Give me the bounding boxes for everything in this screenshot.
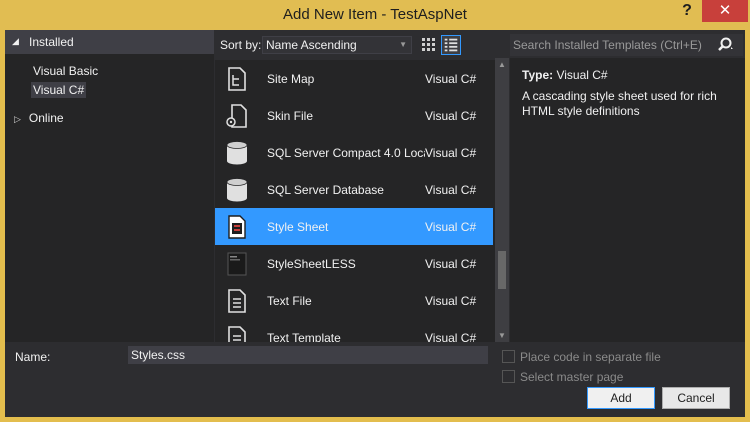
- dropdown-arrow-icon: ▼: [399, 40, 407, 49]
- template-row[interactable]: StyleSheetLESS Visual C#: [215, 245, 493, 282]
- window-title: Add New Item - TestAspNet: [283, 6, 467, 23]
- dialog-body: ◢ Installed Visual Basic Visual C# ▷ Onli…: [5, 30, 745, 417]
- template-name: Skin File: [267, 109, 314, 123]
- tree-item-visual-csharp[interactable]: Visual C#: [31, 82, 87, 98]
- scroll-thumb[interactable]: [498, 251, 506, 289]
- search-box[interactable]: Search Installed Templates (Ctrl+E): [510, 34, 743, 56]
- template-language: Visual C#: [425, 220, 477, 234]
- close-button[interactable]: ✕: [702, 0, 748, 22]
- grid-view-icon[interactable]: [420, 36, 438, 54]
- template-language: Visual C#: [425, 72, 477, 86]
- tree-node-online-label: Online: [28, 111, 64, 125]
- template-name: SQL Server Database: [267, 183, 384, 197]
- template-name: Site Map: [267, 72, 315, 86]
- scroll-down-icon[interactable]: ▼: [498, 331, 506, 340]
- sort-label: Sort by:: [220, 38, 262, 52]
- sort-dropdown[interactable]: Name Ascending ▼: [262, 36, 412, 54]
- place-code-checkbox[interactable]: [502, 350, 515, 363]
- title-bar: Add New Item - TestAspNet ? ✕: [0, 0, 750, 30]
- list-scrollbar[interactable]: ▲ ▼: [495, 58, 509, 342]
- template-row[interactable]: Skin File Visual C#: [215, 97, 493, 134]
- cancel-button[interactable]: Cancel: [662, 387, 730, 409]
- sort-toolbar: Sort by: Name Ascending ▼: [215, 30, 495, 58]
- details-pane: Type: Visual C# A cascading style sheet …: [510, 58, 745, 342]
- template-name: Text File: [267, 294, 312, 308]
- select-master-checkbox[interactable]: [502, 370, 515, 383]
- place-code-label: Place code in separate file: [520, 350, 661, 364]
- template-row[interactable]: Text Template Visual C#: [215, 319, 493, 342]
- template-name: StyleSheetLESS: [267, 257, 356, 271]
- scroll-up-icon[interactable]: ▲: [498, 60, 506, 69]
- stylesheet-icon: [228, 215, 246, 239]
- tree-node-online[interactable]: ▷ Online: [14, 111, 64, 125]
- tree-node-installed[interactable]: ◢ Installed: [5, 30, 214, 54]
- template-language: Visual C#: [425, 331, 477, 342]
- template-row[interactable]: Site Map Visual C#: [215, 60, 493, 97]
- type-value: Visual C#: [556, 68, 608, 82]
- text-file-icon: [228, 289, 246, 313]
- name-label: Name:: [15, 350, 50, 364]
- type-line: Type: Visual C#: [522, 68, 608, 82]
- select-master-label: Select master page: [520, 370, 624, 384]
- sort-dropdown-value: Name Ascending: [266, 38, 357, 52]
- tree-node-installed-label: Installed: [29, 35, 74, 49]
- template-tree: ◢ Installed Visual Basic Visual C# ▷ Onli…: [5, 30, 214, 342]
- name-label-text: Name:: [15, 350, 51, 364]
- dialog-window: Add New Item - TestAspNet ? ✕ ◢ Installe…: [0, 0, 750, 422]
- template-language: Visual C#: [425, 257, 477, 271]
- template-name: Style Sheet: [267, 220, 329, 234]
- database-icon: [226, 141, 248, 165]
- database-icon: [226, 178, 248, 202]
- search-icon[interactable]: [716, 36, 734, 54]
- template-description: A cascading style sheet used for rich HT…: [522, 89, 717, 118]
- skin-file-icon: [226, 104, 247, 128]
- expand-triangle-icon[interactable]: ▷: [14, 114, 21, 124]
- list-view-icon[interactable]: [441, 35, 461, 55]
- less-file-icon: [227, 252, 247, 276]
- search-input[interactable]: Search Installed Templates (Ctrl+E): [513, 38, 702, 52]
- template-language: Visual C#: [425, 109, 477, 123]
- name-field[interactable]: Styles.css: [128, 346, 488, 364]
- type-label: Type:: [522, 68, 554, 82]
- help-button[interactable]: ?: [676, 2, 698, 22]
- text-template-icon: [228, 326, 246, 342]
- template-name: SQL Server Compact 4.0 Local Database: [267, 146, 425, 160]
- template-row[interactable]: SQL Server Database Visual C#: [215, 171, 493, 208]
- template-list: Site Map Visual C# Skin File Visual C# S…: [215, 60, 495, 342]
- template-language: Visual C#: [425, 294, 477, 308]
- add-button[interactable]: Add: [587, 387, 655, 409]
- template-language: Visual C#: [425, 183, 477, 197]
- sitemap-icon: [228, 67, 246, 91]
- template-language: Visual C#: [425, 146, 477, 160]
- template-row[interactable]: Text File Visual C#: [215, 282, 493, 319]
- template-name: Text Template: [267, 331, 341, 342]
- collapse-triangle-icon[interactable]: ◢: [12, 36, 19, 47]
- template-row-selected[interactable]: Style Sheet Visual C#: [215, 208, 493, 245]
- template-row[interactable]: SQL Server Compact 4.0 Local Database Vi…: [215, 134, 493, 171]
- tree-item-visual-basic[interactable]: Visual Basic: [33, 64, 98, 78]
